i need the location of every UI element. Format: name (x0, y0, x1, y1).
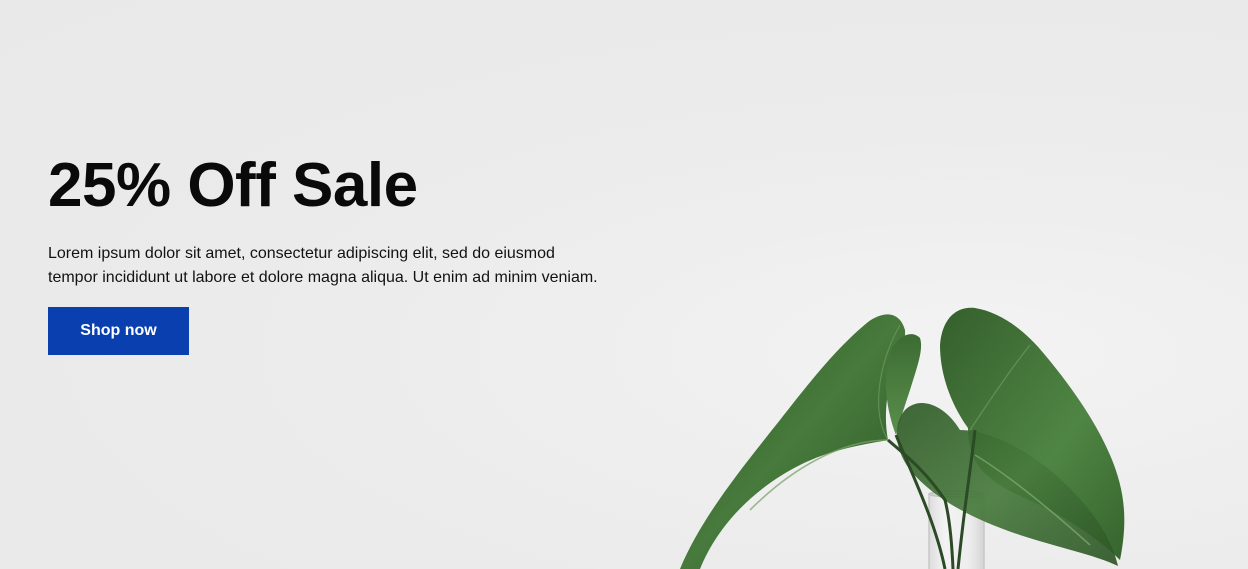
sale-description: Lorem ipsum dolor sit amet, consectetur … (48, 245, 598, 286)
sale-heading: 25% Off Sale (48, 151, 418, 220)
hero-banner: 25% Off Sale Lorem ipsum dolor sit amet,… (0, 0, 1248, 569)
hero-content: 25% Off Sale Lorem ipsum dolor sit amet,… (48, 148, 608, 355)
shop-now-button[interactable]: Shop now (48, 307, 189, 355)
